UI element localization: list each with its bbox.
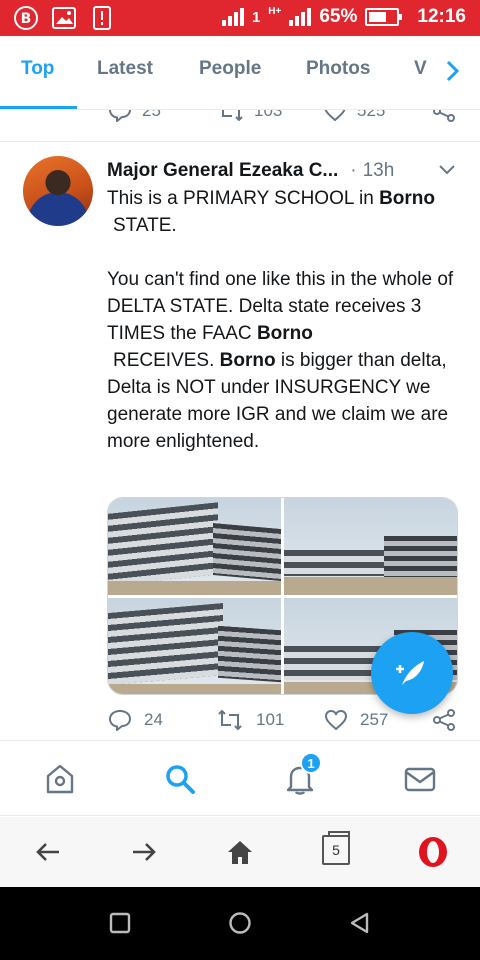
reply-button[interactable]: 24 (108, 709, 163, 731)
active-tab-indicator (0, 106, 77, 109)
like-button[interactable]: 257 (324, 709, 388, 731)
back-arrow-icon[interactable] (33, 837, 63, 867)
author-name[interactable]: Major General Ezeaka C... (107, 160, 338, 182)
tab-latest[interactable]: Latest (97, 58, 153, 80)
compose-feather-icon (396, 661, 424, 685)
tweet-paragraph-2: You can't find one like this in the whol… (107, 269, 454, 452)
forward-arrow-icon[interactable] (129, 837, 159, 867)
previous-tweet-actions: 25 103 525 (0, 110, 480, 142)
keyword-highlight-2: Borno (219, 350, 276, 371)
svg-text:B: B (21, 11, 32, 27)
school-photo-2[interactable] (284, 498, 457, 595)
tab-people[interactable]: People (199, 58, 261, 80)
bitcoin-app-icon: B (12, 5, 40, 31)
search-tabs: Top Latest People Photos V (0, 36, 480, 110)
status-time: 12:16 (417, 6, 466, 27)
chevron-down-icon[interactable] (438, 163, 456, 177)
heart-icon (324, 709, 348, 731)
battery-percentage: 65% (319, 6, 358, 27)
school-photo-1[interactable] (108, 498, 281, 595)
reply-icon (108, 110, 132, 122)
home-icon[interactable] (43, 762, 77, 796)
share-button[interactable] (432, 110, 456, 122)
gallery-icon (50, 5, 78, 31)
notification-badge: 1 (300, 752, 322, 774)
battery-icon (365, 8, 403, 26)
retweet-button[interactable]: 103 (218, 110, 282, 122)
school-photo-3[interactable] (108, 598, 281, 694)
signal-strength-icon (221, 8, 244, 26)
reply-count: 25 (142, 110, 161, 120)
android-navigation-bar (0, 887, 480, 960)
sim-alert-icon (88, 5, 116, 31)
share-icon (433, 709, 455, 731)
bottom-navigation: 1 (0, 742, 480, 816)
tab-photos[interactable]: Photos (306, 58, 370, 80)
hashtag-highlight: Borno (379, 188, 435, 209)
search-icon[interactable] (163, 762, 197, 796)
network-indicator: 1 (251, 8, 261, 26)
like-count: 525 (357, 110, 386, 120)
opera-menu-icon[interactable] (417, 835, 449, 869)
share-button[interactable] (432, 709, 456, 731)
keyword-highlight: Borno (256, 323, 313, 344)
reply-button[interactable]: 25 (108, 110, 161, 122)
reply-icon (108, 709, 132, 731)
share-icon (433, 110, 455, 122)
back-triangle-icon[interactable] (348, 911, 372, 935)
tweet-text: This is a PRIMARY SCHOOL in Borno STATE.… (107, 185, 457, 482)
network-type-label: H+ (268, 6, 282, 17)
tab-switcher-button[interactable]: 5 (322, 831, 350, 865)
tweet-timestamp: 13h (362, 160, 395, 181)
retweet-count: 103 (254, 110, 283, 120)
tab-videos[interactable]: V (414, 58, 427, 80)
browser-home-icon[interactable] (225, 837, 255, 867)
compose-tweet-button[interactable] (371, 632, 453, 714)
home-circle-icon[interactable] (228, 911, 252, 935)
tab-top[interactable]: Top (21, 58, 54, 80)
separator-dot: · (350, 160, 357, 181)
tweet-paragraph-1: This is a PRIMARY SCHOOL in Borno STATE. (107, 188, 435, 236)
browser-toolbar: 5 (0, 817, 480, 887)
retweet-icon (222, 110, 243, 122)
like-count: 257 (360, 710, 389, 729)
retweet-count: 101 (256, 710, 285, 729)
retweet-button[interactable]: 101 (216, 709, 284, 731)
like-button[interactable]: 525 (323, 110, 385, 122)
recent-apps-icon[interactable] (108, 911, 132, 935)
chevron-right-icon[interactable] (442, 58, 464, 84)
signal-strength-icon-2 (289, 8, 312, 26)
avatar[interactable] (23, 156, 93, 226)
status-bar: B 1 H+ 65% 12:16 (0, 0, 480, 36)
retweet-icon (218, 709, 242, 731)
reply-count: 24 (144, 710, 163, 729)
tweet-header: Major General Ezeaka C... · 13h (107, 157, 466, 185)
heart-icon (324, 110, 346, 122)
messages-mail-icon[interactable] (403, 762, 437, 796)
